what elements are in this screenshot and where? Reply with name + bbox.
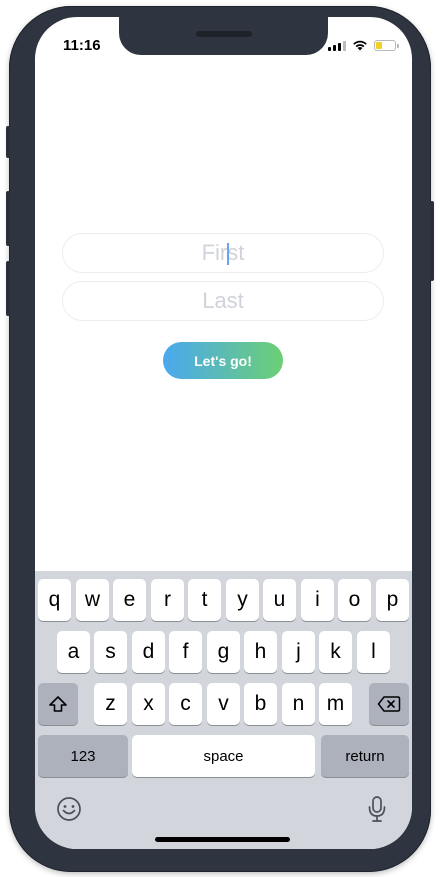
key-m[interactable]: m <box>319 683 352 725</box>
home-indicator[interactable] <box>155 837 290 842</box>
key-r[interactable]: r <box>151 579 184 621</box>
key-y[interactable]: y <box>226 579 259 621</box>
key-x[interactable]: x <box>132 683 165 725</box>
status-icons <box>328 39 399 51</box>
key-d[interactable]: d <box>132 631 165 673</box>
keyboard: q w e r t y u i o p a s d f g h j k l z … <box>35 571 412 849</box>
signal-icon <box>328 40 346 51</box>
key-j[interactable]: j <box>282 631 315 673</box>
power-button <box>430 201 434 281</box>
key-v[interactable]: v <box>207 683 240 725</box>
first-name-field[interactable] <box>62 233 384 273</box>
key-t[interactable]: t <box>188 579 221 621</box>
key-q[interactable]: q <box>38 579 71 621</box>
shift-key[interactable] <box>38 683 78 725</box>
backspace-icon <box>377 696 401 712</box>
space-key[interactable]: space <box>132 735 315 777</box>
emoji-icon <box>57 797 81 821</box>
status-time: 11:16 <box>63 37 101 54</box>
battery-fill <box>376 41 382 49</box>
key-p[interactable]: p <box>376 579 409 621</box>
key-s[interactable]: s <box>94 631 127 673</box>
dictation-key[interactable] <box>363 795 391 823</box>
key-z[interactable]: z <box>94 683 127 725</box>
key-k[interactable]: k <box>319 631 352 673</box>
key-a[interactable]: a <box>57 631 90 673</box>
numbers-key[interactable]: 123 <box>38 735 128 777</box>
last-name-input[interactable] <box>63 287 383 315</box>
battery-icon <box>374 39 399 51</box>
lets-go-button[interactable]: Let's go! <box>163 342 283 379</box>
key-i[interactable]: i <box>301 579 334 621</box>
key-n[interactable]: n <box>282 683 315 725</box>
speaker-grille <box>196 31 252 37</box>
key-l[interactable]: l <box>357 631 390 673</box>
mute-switch <box>6 126 10 158</box>
return-key[interactable]: return <box>321 735 409 777</box>
key-e[interactable]: e <box>113 579 146 621</box>
app-screen: 11:16 Let's go! q w e r t y u i o p a <box>35 17 412 849</box>
key-w[interactable]: w <box>76 579 109 621</box>
backspace-key[interactable] <box>369 683 409 725</box>
key-f[interactable]: f <box>169 631 202 673</box>
key-u[interactable]: u <box>263 579 296 621</box>
notch <box>119 17 328 55</box>
key-c[interactable]: c <box>169 683 202 725</box>
shift-icon <box>49 696 67 712</box>
key-h[interactable]: h <box>244 631 277 673</box>
key-b[interactable]: b <box>244 683 277 725</box>
emoji-key[interactable] <box>55 795 83 823</box>
volume-up-button <box>6 191 10 246</box>
key-g[interactable]: g <box>207 631 240 673</box>
text-caret <box>227 243 229 265</box>
microphone-icon <box>368 796 386 822</box>
key-o[interactable]: o <box>338 579 371 621</box>
volume-down-button <box>6 261 10 316</box>
wifi-icon <box>353 40 367 51</box>
last-name-field[interactable] <box>62 281 384 321</box>
first-name-input[interactable] <box>63 239 383 267</box>
